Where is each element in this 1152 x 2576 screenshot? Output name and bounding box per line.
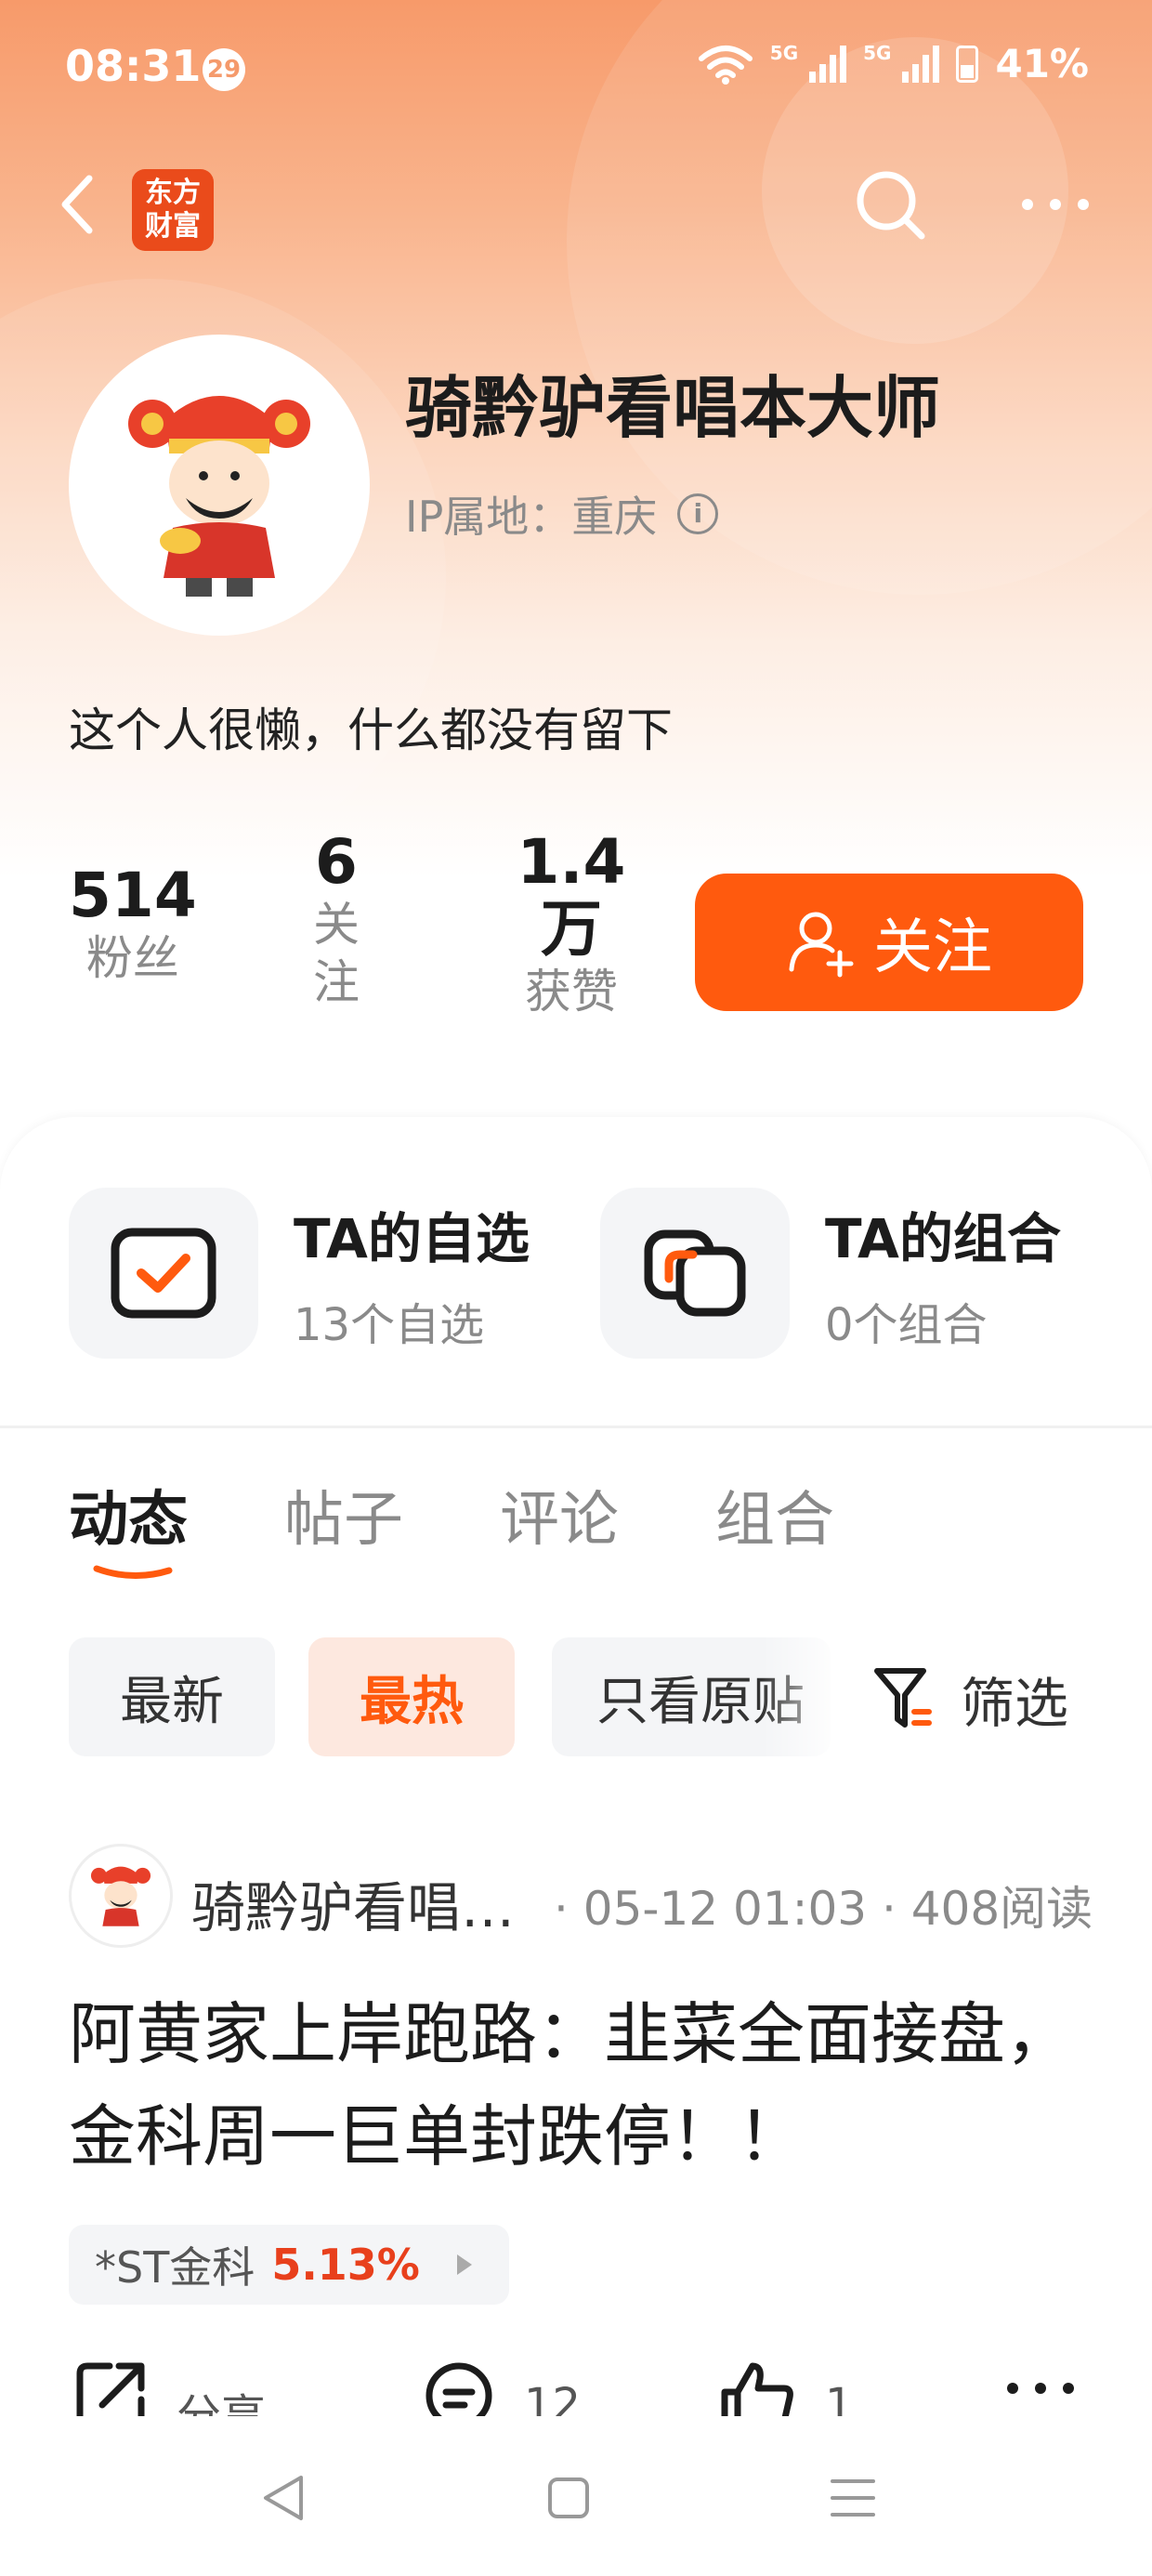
info-icon[interactable]: i <box>677 493 719 534</box>
post-title[interactable]: 阿黄家上岸跑路：韭菜全面接盘，金科周一巨单封跌停！！ <box>69 1983 1081 2188</box>
post-more-icon[interactable] <box>1003 2379 1078 2398</box>
portfolio-card-subtitle: 0个组合 <box>825 1299 988 1351</box>
wifi-icon <box>698 45 753 85</box>
stock-change: 5.13% <box>271 2240 420 2290</box>
stat-label: 关注 <box>313 898 360 1009</box>
stat-value: 1.4万 <box>517 826 626 965</box>
checkbox-icon <box>111 1228 216 1319</box>
profile-name: 骑黔驴看唱本大师 <box>405 369 941 447</box>
filter-chip-hottest[interactable]: 最热 <box>308 1637 515 1756</box>
comment-count: 12 <box>524 2379 582 2416</box>
network-type-label: 5G <box>863 41 892 64</box>
tab-comments[interactable]: 评论 <box>500 1472 619 1557</box>
portfolio-card-title[interactable]: TA的组合 <box>825 1195 1061 1273</box>
signal-icon <box>902 45 940 83</box>
stat-followers[interactable]: 514 粉丝 <box>69 862 197 987</box>
share-icon <box>76 2362 145 2416</box>
tab-portfolios[interactable]: 组合 <box>715 1472 834 1557</box>
comment-button[interactable]: 12 <box>422 2359 581 2416</box>
more-options-icon[interactable] <box>1018 186 1093 223</box>
battery-icon <box>956 45 979 83</box>
battery-percent: 41% <box>995 41 1089 86</box>
status-icons: 5G 5G 41% <box>698 41 1089 86</box>
chip-scroll-fade <box>762 1637 864 1756</box>
avatar-image <box>90 1866 151 1926</box>
post-meta: · 05-12 01:03 · 408阅读 <box>554 1882 1093 1936</box>
status-time: 08:31 <box>65 41 202 91</box>
back-arrow-icon[interactable] <box>52 167 108 242</box>
active-tab-indicator <box>93 1565 173 1580</box>
share-label: 分享 <box>177 2390 267 2416</box>
like-button[interactable]: 1 <box>719 2359 854 2416</box>
network-type-label: 5G <box>769 41 799 64</box>
profile-bio: 这个人很懒，什么都没有留下 <box>69 703 673 757</box>
stat-likes[interactable]: 1.4万 获赞 <box>511 829 632 1020</box>
nav-recents-icon[interactable] <box>825 2470 881 2526</box>
combination-icon <box>644 1229 746 1317</box>
filter-chip-latest[interactable]: 最新 <box>69 1637 275 1756</box>
status-bar: 08:31 29 5G 5G 41% <box>0 0 1152 139</box>
filter-label: 筛选 <box>961 1672 1069 1735</box>
portfolio-card-icon-box[interactable] <box>600 1188 790 1359</box>
follow-button[interactable]: 关注 <box>695 874 1083 1011</box>
filter-button[interactable]: 筛选 <box>871 1660 1068 1738</box>
stat-value: 514 <box>69 860 197 931</box>
logo-text: 东方 <box>145 177 201 209</box>
stock-name: *ST金科 <box>95 2242 255 2293</box>
stat-following[interactable]: 6 关注 <box>308 829 364 1011</box>
avatar[interactable] <box>69 335 370 636</box>
system-navigation-bar <box>0 2416 1152 2576</box>
like-count: 1 <box>825 2379 854 2416</box>
post-author-avatar[interactable] <box>69 1844 173 1948</box>
stat-value: 6 <box>315 826 358 898</box>
watchlist-card-icon-box[interactable] <box>69 1188 258 1359</box>
play-triangle-icon <box>457 2254 472 2275</box>
stock-tag[interactable]: *ST金科 5.13% <box>69 2225 509 2305</box>
search-icon[interactable] <box>853 167 929 243</box>
thumbs-up-icon <box>721 2362 793 2416</box>
post-actions: 分享 12 1 <box>0 2351 1152 2416</box>
app-logo[interactable]: 东方 财富 <box>132 169 214 251</box>
stat-label: 获赞 <box>525 965 618 1019</box>
share-button[interactable]: 分享 <box>74 2359 266 2416</box>
filter-icon <box>874 1668 932 1728</box>
ip-location-text: IP属地：重庆 <box>405 492 658 542</box>
stat-label: 粉丝 <box>85 931 179 985</box>
logo-text: 财富 <box>145 210 201 243</box>
ip-location: IP属地：重庆 i <box>405 483 719 545</box>
signal-icon <box>809 45 847 83</box>
nav-home-icon[interactable] <box>541 2470 596 2526</box>
follow-button-label: 关注 <box>873 913 992 982</box>
post-author-name[interactable]: 骑黔驴看唱本大师 <box>191 1864 544 1942</box>
tab-posts[interactable]: 帖子 <box>284 1472 403 1557</box>
tab-dynamics[interactable]: 动态 <box>69 1472 188 1557</box>
section-divider <box>0 1426 1152 1428</box>
avatar-image <box>128 396 310 597</box>
nav-back-icon[interactable] <box>256 2470 312 2526</box>
watchlist-card-title[interactable]: TA的自选 <box>294 1195 530 1273</box>
notification-badge: 29 <box>203 48 245 91</box>
comment-icon <box>425 2362 492 2416</box>
add-user-icon <box>789 912 854 978</box>
watchlist-card-subtitle: 13个自选 <box>294 1299 485 1351</box>
